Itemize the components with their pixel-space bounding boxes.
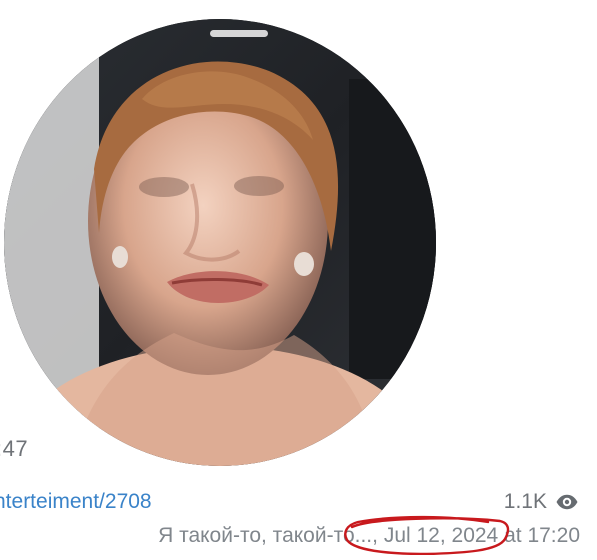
message-meta: Я такой-то, такой-то..., Jul 12, 2024 at…	[158, 524, 580, 548]
message-link[interactable]: nterteiment/2708	[0, 490, 152, 514]
video-duration: :47	[0, 436, 29, 461]
author-signature: Я такой-то, такой-то...,	[158, 524, 378, 547]
message-time: at 17:20	[504, 524, 580, 547]
view-counter: 1.1K	[504, 490, 579, 514]
round-video-message[interactable]	[4, 19, 436, 466]
video-note-handle	[210, 30, 268, 37]
eye-icon	[555, 493, 579, 511]
message-date: Jul 12, 2024	[383, 524, 499, 547]
view-count: 1.1K	[503, 490, 547, 513]
video-thumbnail	[4, 19, 436, 466]
